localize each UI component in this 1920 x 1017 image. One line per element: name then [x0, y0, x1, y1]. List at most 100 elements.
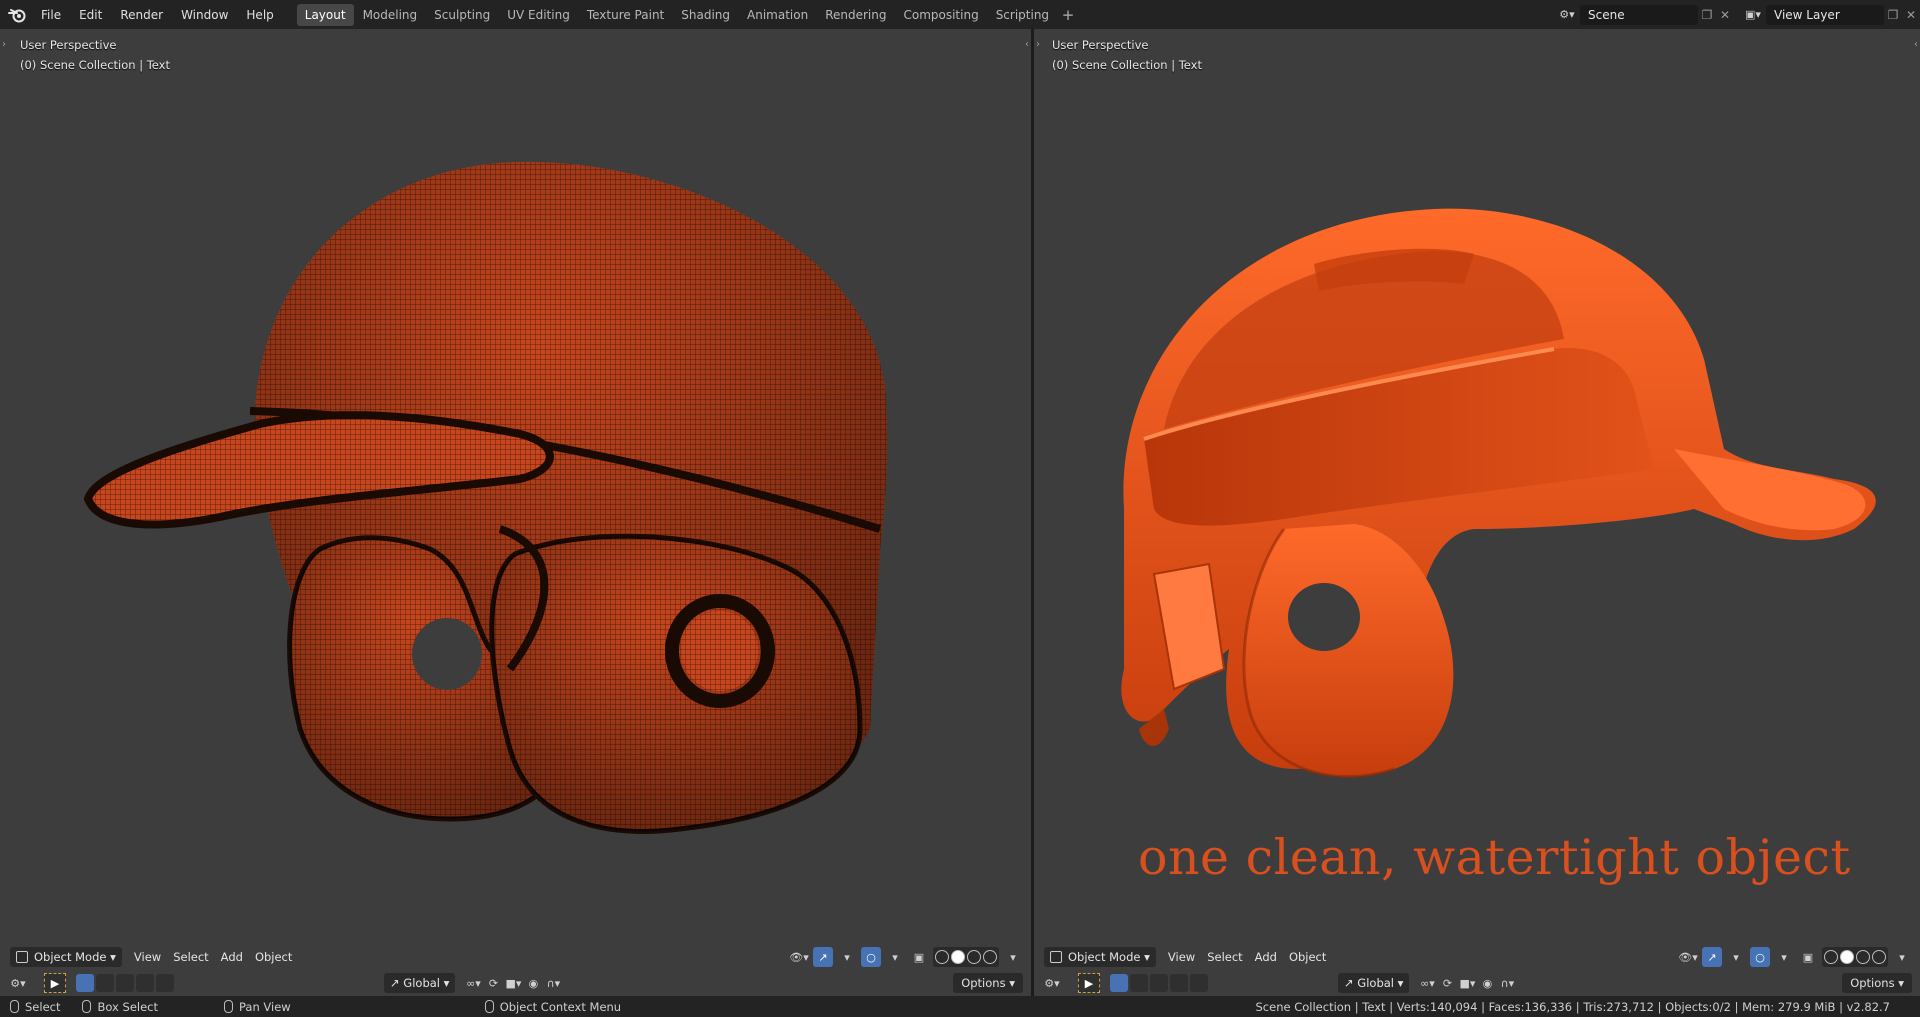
select-subtract-icon[interactable] [116, 974, 134, 992]
gizmo-toggle-icon[interactable]: ↗ [813, 947, 833, 967]
shading-dropdown-icon[interactable]: ▾ [1892, 947, 1912, 967]
menu-select[interactable]: Select [167, 950, 214, 964]
delete-scene-icon[interactable]: ✕ [1716, 5, 1734, 25]
viewport-right[interactable]: › ‹ User Perspective (0) Scene Collectio… [1034, 29, 1920, 996]
material-shading-icon[interactable] [967, 950, 981, 964]
viewport-header-left: Object Mode ▾ View Select Add Object 👁▾ … [0, 944, 1031, 970]
tab-scripting[interactable]: Scripting [988, 4, 1057, 26]
wireframe-shading-icon[interactable] [1824, 950, 1838, 964]
menu-add[interactable]: Add [1249, 950, 1283, 964]
gizmo-toggle-icon[interactable]: ↗ [1702, 947, 1722, 967]
overlay-toggle-icon[interactable]: ○ [1750, 947, 1770, 967]
snap-target-icon[interactable]: ■▾ [503, 973, 523, 993]
caption-text: one clean, watertight object [1138, 829, 1851, 886]
visibility-icon[interactable]: 👁▾ [789, 947, 809, 967]
mode-select[interactable]: Object Mode ▾ [1044, 947, 1156, 967]
snap-toggle-icon[interactable]: ⟳ [1437, 973, 1457, 993]
tab-uv-editing[interactable]: UV Editing [499, 4, 578, 26]
tab-rendering[interactable]: Rendering [817, 4, 894, 26]
shading-dropdown-icon[interactable]: ▾ [1003, 947, 1023, 967]
menu-file[interactable]: File [32, 4, 70, 26]
overlay-dropdown-icon[interactable]: ▾ [1774, 947, 1794, 967]
viewport-shading-controls: 👁▾ ↗ ▾ ○ ▾ ▣ ▾ [1678, 947, 1912, 967]
solid-shading-icon[interactable] [1840, 950, 1854, 964]
tab-animation[interactable]: Animation [739, 4, 816, 26]
view-layer-field[interactable]: View Layer [1766, 4, 1884, 25]
xray-toggle-icon[interactable]: ▣ [1798, 947, 1818, 967]
menu-object[interactable]: Object [249, 950, 298, 964]
orientation-select[interactable]: ↗ Global ▾ [1338, 973, 1410, 993]
select-new-icon[interactable] [76, 974, 94, 992]
scene-name-field[interactable]: Scene [1580, 4, 1698, 25]
orientation-select[interactable]: ↗ Global ▾ [384, 973, 456, 993]
snap-toggle-icon[interactable]: ⟳ [483, 973, 503, 993]
tab-modeling[interactable]: Modeling [355, 4, 426, 26]
proportional-falloff-icon[interactable]: ∩▾ [543, 973, 563, 993]
status-box-select-label: Box Select [97, 999, 158, 1014]
tool-settings-icon[interactable]: ⚙▾ [1042, 973, 1062, 993]
mode-select[interactable]: Object Mode ▾ [10, 947, 122, 967]
tab-layout[interactable]: Layout [296, 3, 354, 26]
gizmo-dropdown-icon[interactable]: ▾ [1726, 947, 1746, 967]
viewport-left[interactable]: › ‹ User Perspective (0) Scene Collectio… [0, 29, 1031, 996]
overlay-dropdown-icon[interactable]: ▾ [885, 947, 905, 967]
select-tool-icon[interactable]: ▶ [44, 973, 66, 993]
menu-view[interactable]: View [1162, 950, 1201, 964]
add-workspace-button[interactable]: + [1058, 4, 1078, 26]
menu-help[interactable]: Help [237, 4, 282, 26]
proportional-falloff-icon[interactable]: ∩▾ [1497, 973, 1517, 993]
select-extend-icon[interactable] [96, 974, 114, 992]
select-invert-icon[interactable] [1170, 974, 1188, 992]
pivot-point-icon[interactable]: ∞▾ [463, 973, 483, 993]
menu-edit[interactable]: Edit [70, 4, 111, 26]
blender-logo-icon[interactable] [4, 2, 30, 28]
tab-sculpting[interactable]: Sculpting [426, 4, 498, 26]
select-intersect-icon[interactable] [156, 974, 174, 992]
select-subtract-icon[interactable] [1150, 974, 1168, 992]
menu-object[interactable]: Object [1283, 950, 1332, 964]
new-view-layer-icon[interactable]: ❐ [1884, 5, 1902, 25]
gizmo-dropdown-icon[interactable]: ▾ [837, 947, 857, 967]
select-extend-icon[interactable] [1130, 974, 1148, 992]
status-pan-view-label: Pan View [239, 999, 291, 1014]
solid-shading-icon[interactable] [951, 950, 965, 964]
viewport-header-right: Object Mode ▾ View Select Add Object 👁▾ … [1034, 944, 1920, 970]
selection-mode-group [1110, 974, 1208, 992]
orientation-icon: ↗ [1344, 976, 1358, 990]
menu-render[interactable]: Render [111, 4, 172, 26]
menu-select[interactable]: Select [1201, 950, 1248, 964]
visibility-icon[interactable]: 👁▾ [1678, 947, 1698, 967]
xray-toggle-icon[interactable]: ▣ [909, 947, 929, 967]
tab-compositing[interactable]: Compositing [895, 4, 986, 26]
new-scene-icon[interactable]: ❐ [1698, 5, 1716, 25]
options-button[interactable]: Options ▾ [1842, 973, 1912, 993]
scene-icon[interactable]: ⚙▾ [1554, 5, 1580, 25]
select-invert-icon[interactable] [136, 974, 154, 992]
delete-view-layer-icon[interactable]: ✕ [1902, 5, 1920, 25]
select-intersect-icon[interactable] [1190, 974, 1208, 992]
tab-shading[interactable]: Shading [673, 4, 738, 26]
material-shading-icon[interactable] [1856, 950, 1870, 964]
menu-window[interactable]: Window [172, 4, 237, 26]
snap-target-icon[interactable]: ■▾ [1457, 973, 1477, 993]
select-tool-icon[interactable]: ▶ [1078, 973, 1100, 993]
proportional-edit-icon[interactable]: ◉ [523, 973, 543, 993]
tool-settings-icon[interactable]: ⚙▾ [8, 973, 28, 993]
options-button[interactable]: Options ▾ [953, 973, 1023, 993]
select-new-icon[interactable] [1110, 974, 1128, 992]
shading-mode-group [1822, 947, 1888, 967]
tab-texture-paint[interactable]: Texture Paint [579, 4, 672, 26]
options-label: Options [1850, 976, 1895, 990]
rendered-shading-icon[interactable] [1872, 950, 1886, 964]
menu-view[interactable]: View [128, 950, 167, 964]
status-bar: Select Box Select Pan View Object Contex… [0, 996, 1920, 1017]
wireframe-shading-icon[interactable] [935, 950, 949, 964]
proportional-edit-icon[interactable]: ◉ [1477, 973, 1497, 993]
rendered-shading-icon[interactable] [983, 950, 997, 964]
wireframe-helmet-mesh[interactable] [0, 29, 1031, 996]
options-area: Options ▾ [1842, 973, 1912, 993]
pivot-point-icon[interactable]: ∞▾ [1417, 973, 1437, 993]
overlay-toggle-icon[interactable]: ○ [861, 947, 881, 967]
view-layer-icon[interactable]: ▣▾ [1740, 5, 1766, 25]
menu-add[interactable]: Add [215, 950, 249, 964]
